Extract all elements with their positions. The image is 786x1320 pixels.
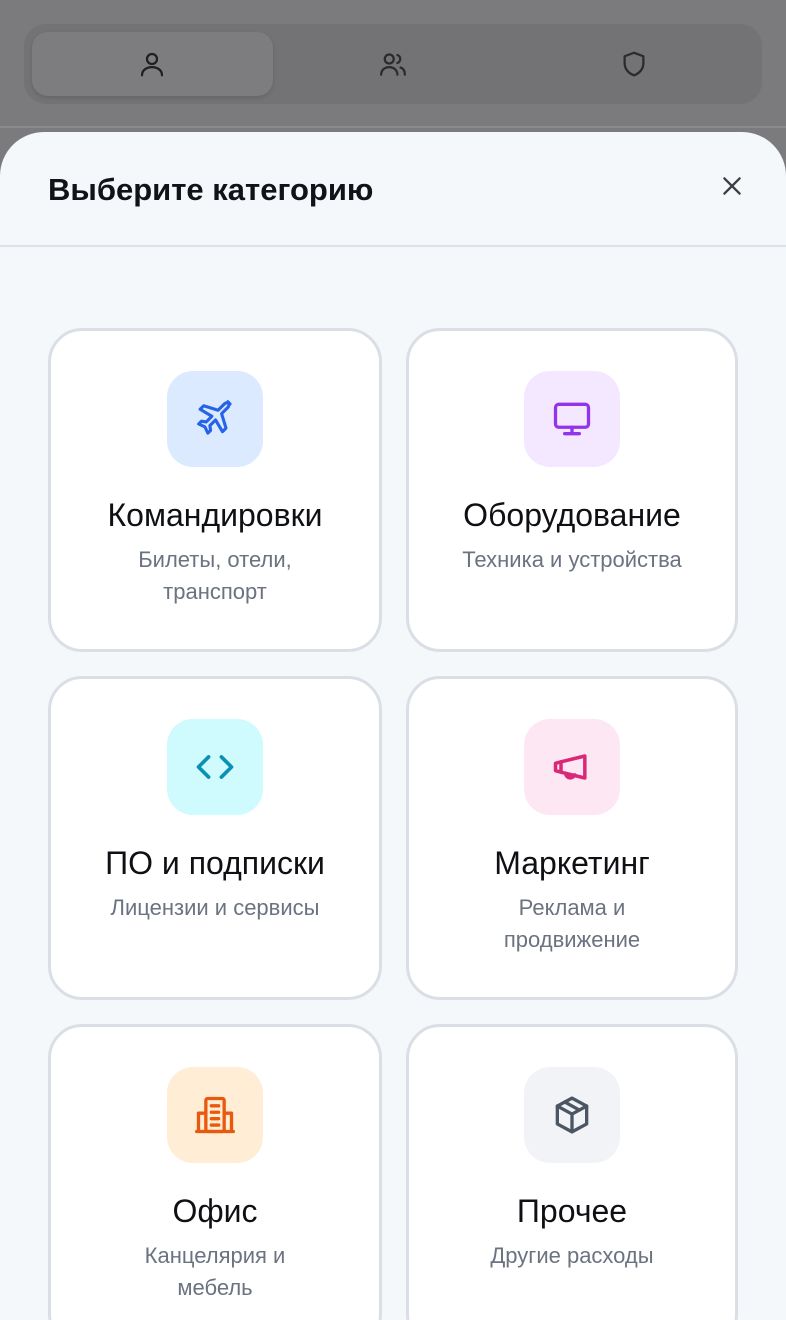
category-title: Прочее [516,1193,628,1229]
category-card-other[interactable]: Прочее Другие расходы [406,1024,738,1320]
category-grid: Командировки Билеты, отели, транспорт Об… [48,328,738,1320]
segmented-control [24,24,762,104]
tab-team[interactable] [273,32,514,96]
category-card-marketing[interactable]: Маркетинг Реклама и продвижение [406,676,738,1000]
airplane-icon [197,400,232,435]
sheet-header: Выберите категорию [0,132,786,247]
category-subtitle: Реклама и продвижение [503,895,641,952]
category-title: Оборудование [463,497,681,533]
category-title: Офис [172,1193,258,1229]
building-icon [195,1096,235,1134]
users-icon [380,53,406,76]
category-subtitle: Канцелярия и мебель [144,1243,286,1300]
category-title: Командировки [107,497,323,533]
category-subtitle: Лицензии и сервисы [110,895,320,920]
monitor-icon [553,402,591,436]
category-sheet: Выберите категорию Командировки Билеты, … [0,132,786,1320]
icon-tile [524,1067,620,1163]
category-card-office[interactable]: Офис Канцелярия и мебель [48,1024,382,1320]
code-icon [196,755,234,779]
top-bar [0,0,786,128]
icon-tile [167,371,263,467]
category-subtitle: Другие расходы [490,1243,654,1268]
megaphone-icon [553,754,587,780]
icon-tile [167,1067,263,1163]
icon-tile [524,719,620,815]
category-subtitle: Техника и устройства [462,547,682,572]
category-card-travel[interactable]: Командировки Билеты, отели, транспорт [48,328,382,652]
tab-personal[interactable] [32,32,273,96]
category-title: ПО и подписки [105,845,325,881]
user-icon [141,52,164,77]
icon-tile [167,719,263,815]
category-card-equipment[interactable]: Оборудование Техника и устройства [406,328,738,652]
close-icon [723,177,741,195]
icon-tile [524,371,620,467]
shield-icon [623,51,645,77]
category-card-software[interactable]: ПО и подписки Лицензии и сервисы [48,676,382,1000]
category-title: Маркетинг [494,845,650,881]
package-icon [555,1096,589,1134]
tab-security[interactable] [513,32,754,96]
sheet-title: Выберите категорию [48,172,374,207]
category-subtitle: Билеты, отели, транспорт [138,547,292,604]
close-button[interactable] [710,164,754,208]
